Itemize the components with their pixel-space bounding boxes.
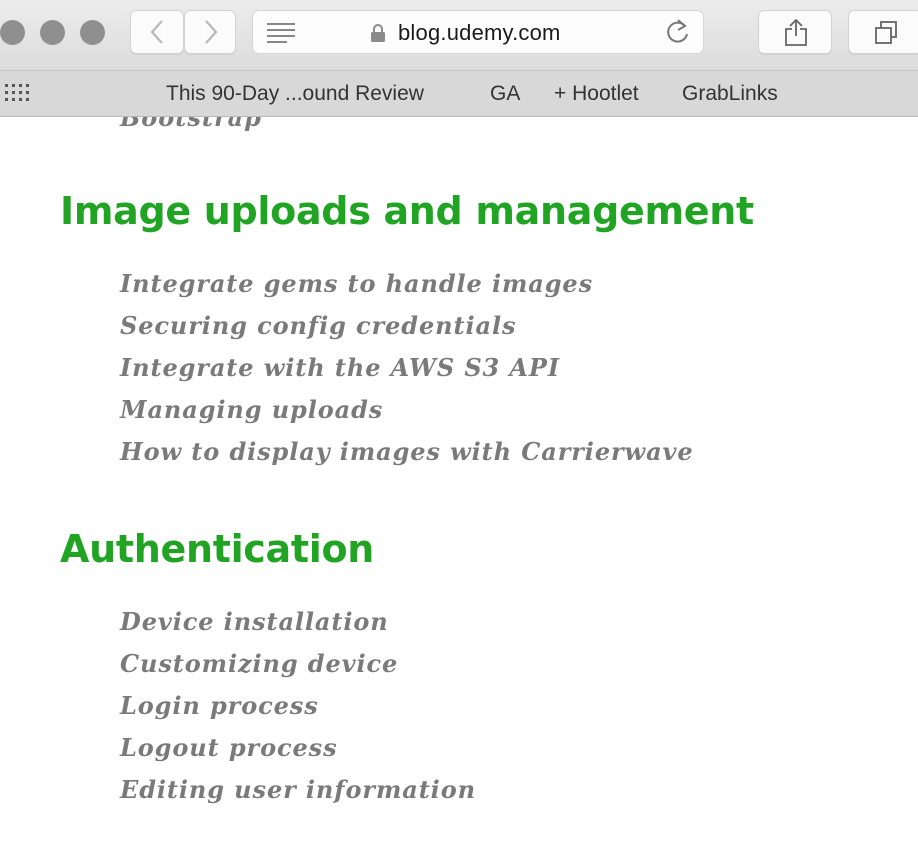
lock-icon bbox=[371, 24, 385, 42]
list-item: Customizing device bbox=[120, 649, 399, 678]
list-item: Integrate with the AWS S3 API bbox=[120, 353, 560, 382]
url-text: blog.udemy.com bbox=[398, 20, 561, 45]
section-heading-image-uploads: Image uploads and management bbox=[60, 189, 754, 233]
list-item: Logout process bbox=[120, 733, 338, 762]
grid-icon[interactable] bbox=[5, 84, 35, 104]
zoom-window-button[interactable] bbox=[80, 20, 105, 45]
list-item: How to display images with Carrierwave bbox=[120, 437, 694, 466]
bookmark-hootlet[interactable]: + Hootlet bbox=[554, 82, 639, 106]
list-item: Editing user information bbox=[120, 775, 476, 804]
list-item: Bootstrap bbox=[120, 117, 262, 132]
list-item: Login process bbox=[120, 691, 319, 720]
share-icon bbox=[785, 18, 807, 46]
list-item: Device installation bbox=[120, 607, 389, 636]
list-item: Managing uploads bbox=[120, 395, 384, 424]
forward-icon bbox=[205, 20, 218, 44]
page-content: Bootstrap Image uploads and management I… bbox=[0, 117, 918, 866]
section-heading-authentication: Authentication bbox=[60, 527, 375, 571]
share-button[interactable] bbox=[758, 10, 832, 54]
back-button[interactable] bbox=[130, 10, 184, 54]
close-window-button[interactable] bbox=[0, 20, 25, 45]
bookmark-ga[interactable]: GA bbox=[490, 82, 520, 106]
tabs-icon bbox=[875, 21, 897, 44]
bookmark-grablinks[interactable]: GrabLinks bbox=[682, 82, 778, 106]
reader-icon[interactable] bbox=[267, 22, 297, 44]
reload-icon[interactable] bbox=[665, 18, 691, 46]
forward-button[interactable] bbox=[184, 10, 236, 54]
browser-toolbar: blog.udemy.com bbox=[0, 0, 918, 70]
minimize-window-button[interactable] bbox=[40, 20, 65, 45]
show-tabs-button[interactable] bbox=[848, 10, 918, 54]
back-icon bbox=[150, 20, 163, 44]
bookmarks-bar: This 90-Day ...ound Review GA + Hootlet … bbox=[0, 70, 918, 117]
address-bar[interactable]: blog.udemy.com bbox=[252, 10, 704, 54]
list-item: Securing config credentials bbox=[120, 311, 517, 340]
list-item: Integrate gems to handle images bbox=[120, 269, 593, 298]
bookmark-review[interactable]: This 90-Day ...ound Review bbox=[166, 82, 424, 106]
